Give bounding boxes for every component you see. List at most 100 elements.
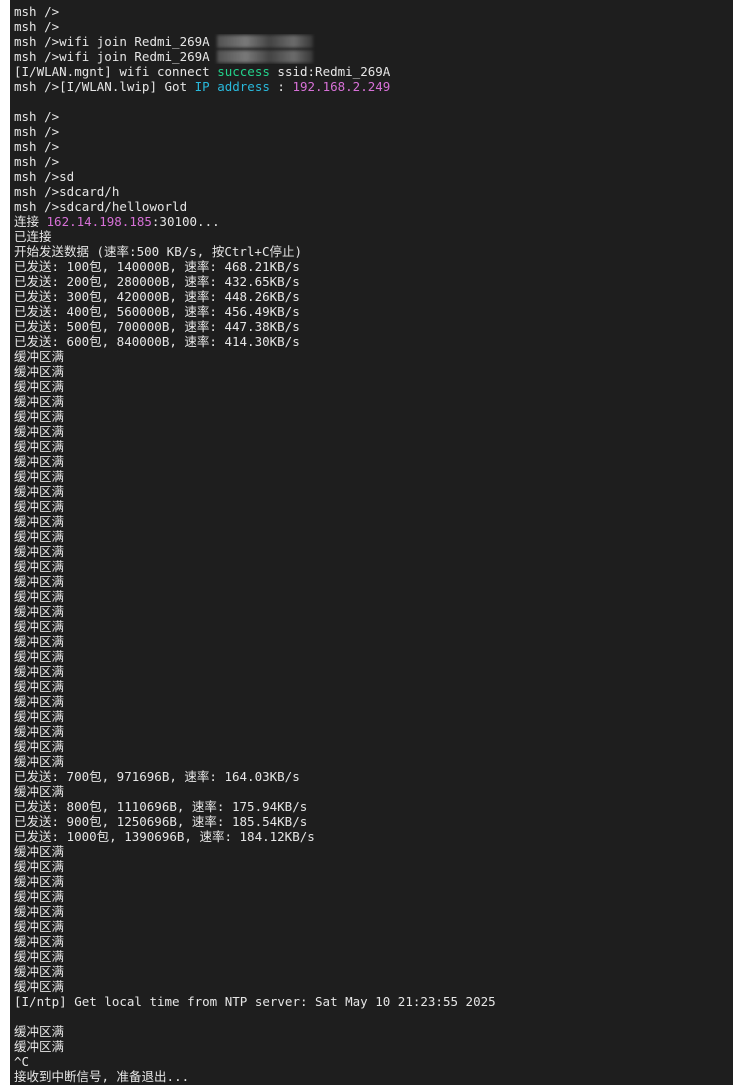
terminal-text: 缓冲区满 xyxy=(14,934,65,949)
terminal-text: 缓冲区满 xyxy=(14,904,65,919)
terminal-text: 缓冲区满 xyxy=(14,709,65,724)
terminal-window[interactable]: msh /> msh /> msh />wifi join Redmi_269A m… xyxy=(10,0,733,1085)
terminal-text: 缓冲区满 xyxy=(14,529,65,544)
terminal-line: 缓冲区满 xyxy=(14,469,729,484)
terminal-line: 缓冲区满 xyxy=(14,724,729,739)
terminal-line: msh />sd xyxy=(14,169,729,184)
terminal-text: 192.168.2.249 xyxy=(292,79,391,94)
terminal-text: success xyxy=(217,64,270,79)
terminal-text: msh />sd xyxy=(14,169,75,184)
terminal-line: [I/WLAN.mgnt] wifi connect success ssid:… xyxy=(14,64,729,79)
terminal-line: 缓冲区满 xyxy=(14,544,729,559)
terminal-line: 缓冲区满 xyxy=(14,904,729,919)
terminal-line: 已发送: 100包, 140000B, 速率: 468.21KB/s xyxy=(14,259,729,274)
terminal-line: 已发送: 700包, 971696B, 速率: 164.03KB/s xyxy=(14,769,729,784)
terminal-text: [I/WLAN.mgnt] wifi connect xyxy=(14,64,218,79)
terminal-text: 缓冲区满 xyxy=(14,1024,65,1039)
terminal-text: msh /> xyxy=(14,124,60,139)
terminal-line: 缓冲区满 xyxy=(14,559,729,574)
terminal-text: msh />[I/WLAN.lwip] Got xyxy=(14,79,195,94)
terminal-line: msh /> xyxy=(14,124,729,139)
terminal-text: msh /> xyxy=(14,109,60,124)
terminal-text: : xyxy=(269,79,293,94)
terminal-line: 缓冲区满 xyxy=(14,1024,729,1039)
terminal-text: 缓冲区满 xyxy=(14,574,65,589)
terminal-line: 缓冲区满 xyxy=(14,949,729,964)
terminal-line: 已发送: 200包, 280000B, 速率: 432.65KB/s xyxy=(14,274,729,289)
terminal-line: 缓冲区满 xyxy=(14,454,729,469)
terminal-line: msh /> xyxy=(14,19,729,34)
terminal-text: 缓冲区满 xyxy=(14,619,65,634)
terminal-text: 缓冲区满 xyxy=(14,874,65,889)
terminal-line: 缓冲区满 xyxy=(14,919,729,934)
terminal-text: msh /> xyxy=(14,154,60,169)
terminal-line: msh />sdcard/h xyxy=(14,184,729,199)
terminal-line: 缓冲区满 xyxy=(14,739,729,754)
terminal-text: 已发送: 800包, 1110696B, 速率: 175.94KB/s xyxy=(14,799,308,814)
terminal-line: 缓冲区满 xyxy=(14,364,729,379)
terminal-line: 缓冲区满 xyxy=(14,439,729,454)
terminal-text: IP address xyxy=(194,79,270,94)
terminal-line: 缓冲区满 xyxy=(14,604,729,619)
terminal-line: 缓冲区满 xyxy=(14,874,729,889)
terminal-line: 已发送: 900包, 1250696B, 速率: 185.54KB/s xyxy=(14,814,729,829)
terminal-line: 缓冲区满 xyxy=(14,859,729,874)
terminal-text: 缓冲区满 xyxy=(14,844,65,859)
terminal-line: 缓冲区满 xyxy=(14,934,729,949)
terminal-text: 缓冲区满 xyxy=(14,724,65,739)
terminal-line: msh /> xyxy=(14,154,729,169)
terminal-line: 已发送: 800包, 1110696B, 速率: 175.94KB/s xyxy=(14,799,729,814)
terminal-text: 缓冲区满 xyxy=(14,784,65,799)
terminal-line: 缓冲区满 xyxy=(14,844,729,859)
terminal-text: 缓冲区满 xyxy=(14,949,65,964)
terminal-text: 缓冲区满 xyxy=(14,889,65,904)
terminal-line: 缓冲区满 xyxy=(14,379,729,394)
terminal-text: msh /> xyxy=(14,19,60,34)
terminal-text: ^C xyxy=(14,1054,30,1069)
terminal-text: 缓冲区满 xyxy=(14,589,65,604)
terminal-text: 缓冲区满 xyxy=(14,439,65,454)
terminal-line: 缓冲区满 xyxy=(14,484,729,499)
terminal-line: 已发送: 500包, 700000B, 速率: 447.38KB/s xyxy=(14,319,729,334)
terminal-text: 缓冲区满 xyxy=(14,679,65,694)
terminal-line: 开始发送数据 (速率:500 KB/s, 按Ctrl+C停止) xyxy=(14,244,729,259)
terminal-text: 缓冲区满 xyxy=(14,919,65,934)
terminal-text: 缓冲区满 xyxy=(14,979,65,994)
terminal-line: 缓冲区满 xyxy=(14,424,729,439)
terminal-text: 缓冲区满 xyxy=(14,394,65,409)
terminal-text: msh />wifi join Redmi_269A xyxy=(14,34,218,49)
terminal-text: 缓冲区满 xyxy=(14,379,65,394)
terminal-line: 缓冲区满 xyxy=(14,754,729,769)
terminal-text: 开始发送数据 (速率:500 KB/s, 按Ctrl+C停止) xyxy=(14,244,303,259)
terminal-line: 缓冲区满 xyxy=(14,694,729,709)
terminal-text: 已发送: 300包, 420000B, 速率: 448.26KB/s xyxy=(14,289,300,304)
terminal-text: 已发送: 600包, 840000B, 速率: 414.30KB/s xyxy=(14,334,300,349)
terminal-line: 缓冲区满 xyxy=(14,514,729,529)
terminal-text: 缓冲区满 xyxy=(14,364,65,379)
terminal-text: 缓冲区满 xyxy=(14,604,65,619)
terminal-text: 已发送: 1000包, 1390696B, 速率: 184.12KB/s xyxy=(14,829,315,844)
terminal-line: 已发送: 600包, 840000B, 速率: 414.30KB/s xyxy=(14,334,729,349)
terminal-text: 缓冲区满 xyxy=(14,424,65,439)
terminal-text: 缓冲区满 xyxy=(14,859,65,874)
terminal-line: 缓冲区满 xyxy=(14,619,729,634)
terminal-text: 缓冲区满 xyxy=(14,754,65,769)
terminal-text: 接收到中断信号, 准备退出... xyxy=(14,1069,190,1084)
terminal-line: 缓冲区满 xyxy=(14,664,729,679)
terminal-line: 缓冲区满 xyxy=(14,1039,729,1054)
terminal-line: 连接 162.14.198.185:30100... xyxy=(14,214,729,229)
terminal-text: 缓冲区满 xyxy=(14,544,65,559)
terminal-line: 缓冲区满 xyxy=(14,784,729,799)
terminal-line: 缓冲区满 xyxy=(14,709,729,724)
redacted-password xyxy=(217,50,314,63)
terminal-line: 缓冲区满 xyxy=(14,409,729,424)
terminal-text: 已发送: 100包, 140000B, 速率: 468.21KB/s xyxy=(14,259,300,274)
terminal-line: msh />wifi join Redmi_269A xyxy=(14,34,729,49)
terminal-text: 缓冲区满 xyxy=(14,739,65,754)
terminal-text: 缓冲区满 xyxy=(14,634,65,649)
terminal-line: 缓冲区满 xyxy=(14,529,729,544)
terminal-line: 接收到中断信号, 准备退出... xyxy=(14,1069,729,1084)
terminal-text: 缓冲区满 xyxy=(14,469,65,484)
